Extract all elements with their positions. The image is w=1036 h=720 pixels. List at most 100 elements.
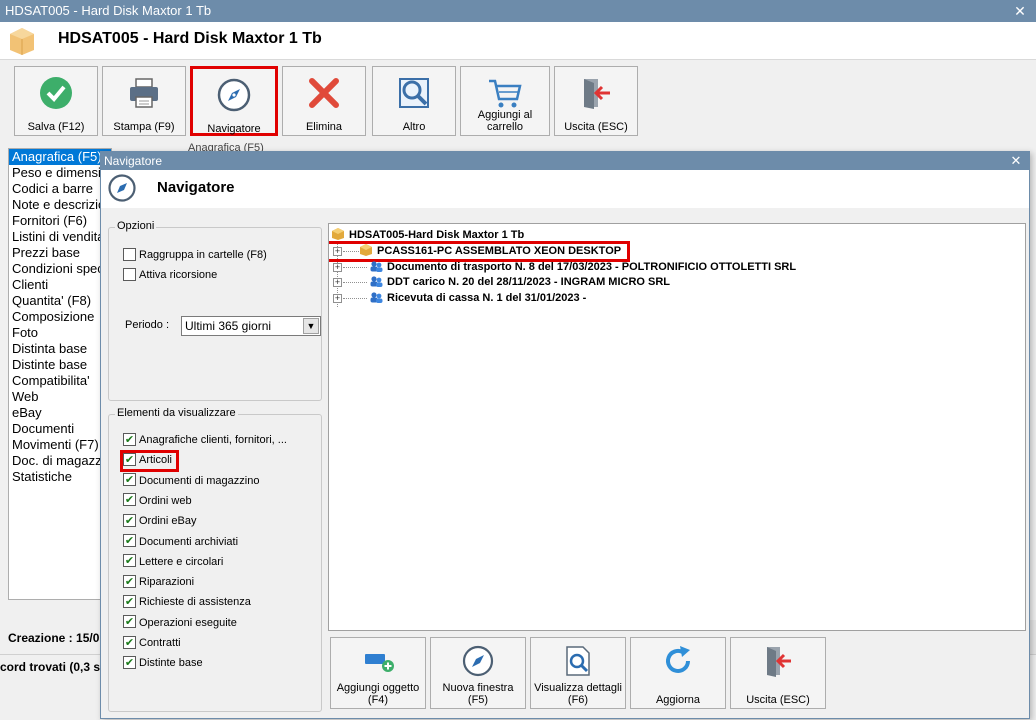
list-item[interactable]: Quantita' (F8) (9, 293, 111, 309)
tree-connector (343, 266, 367, 268)
checkbox-box: ✔ (123, 513, 136, 527)
new-window-label-line2: (F5) (467, 694, 489, 706)
element-checkbox-label: Contratti (139, 637, 181, 649)
list-item[interactable]: Compatibilita' (9, 373, 111, 389)
check-icon (40, 77, 72, 109)
element-checkbox[interactable]: ✔ Articoli (119, 450, 180, 473)
list-item[interactable]: Peso e dimensioni (9, 165, 111, 181)
box-icon (360, 244, 372, 257)
box-icon (10, 28, 34, 55)
element-checkbox[interactable]: ✔ Documenti di magazzino (123, 473, 259, 490)
navigator-button-bar: Aggiungi oggetto (F4) Nuova finestra (F5… (328, 637, 1026, 715)
element-checkbox-label: Distinte base (139, 657, 203, 670)
elements-group: Elementi da visualizzare ✔ Anagrafiche cl… (108, 407, 322, 712)
element-checkbox[interactable]: ✔ Lettere e circolari (123, 554, 223, 571)
save-button[interactable]: Salva (F12) (14, 66, 98, 136)
tree-node[interactable]: DDT carico N. 20 del 28/11/2023 - INGRAM… (369, 275, 670, 290)
list-item[interactable]: Composizione (9, 309, 111, 325)
delete-x-icon (309, 78, 339, 108)
list-item[interactable]: eBay (9, 405, 111, 421)
ricorsione-checkbox[interactable]: Attiva ricorsione (123, 267, 218, 284)
list-item[interactable]: Web (9, 389, 111, 405)
exit-button[interactable]: Uscita (ESC) (554, 66, 638, 136)
checkbox-box: ✔ (123, 594, 136, 608)
checkbox-box: ✔ (123, 655, 136, 669)
checkbox-box: ✔ (123, 452, 136, 466)
view-details-label-line1: Visualizza dettagli (534, 682, 622, 694)
window-close-button[interactable]: ✕ (1012, 0, 1028, 22)
navigator-button[interactable]: Navigatore (190, 66, 278, 136)
element-checkbox[interactable]: ✔ Documenti archiviati (123, 534, 238, 551)
add-object-label-line1: Aggiungi oggetto (336, 682, 420, 694)
box-icon (332, 228, 344, 241)
exit-icon (767, 647, 791, 677)
element-checkbox[interactable]: ✔ Contratti (123, 635, 181, 652)
list-item[interactable]: Prezzi base (9, 245, 111, 261)
list-item[interactable]: Distinta base (9, 341, 111, 357)
list-item[interactable]: Listini di vendita (9, 229, 111, 245)
tree-node[interactable]: Ricevuta di cassa N. 1 del 31/01/2023 - (369, 291, 586, 306)
print-button[interactable]: Stampa (F9) (102, 66, 186, 136)
tree-expander[interactable]: + (333, 262, 342, 272)
other-button[interactable]: Altro (372, 66, 456, 136)
navigator-close-button[interactable]: ✕ (1009, 152, 1023, 170)
refresh-button[interactable]: Aggiorna (630, 637, 726, 709)
main-toolbar: Salva (F12) Stampa (F9) Navigatore Elimi… (0, 60, 1036, 144)
list-item[interactable]: Statistiche (9, 469, 111, 485)
list-item[interactable]: Fornitori (F6) (9, 213, 111, 229)
tree-node[interactable]: PCASS161-PC ASSEMBLATO XEON DESKTOP (329, 241, 631, 262)
cart-icon (489, 79, 522, 108)
add-to-cart-button[interactable]: Aggiungi al carrello (460, 66, 550, 136)
main-titlebar: HDSAT005 - Hard Disk Maxtor 1 Tb ✕ (0, 0, 1036, 22)
element-checkbox-label: Articoli (139, 454, 173, 467)
compass-icon (217, 78, 251, 112)
navigator-exit-button[interactable]: Uscita (ESC) (730, 637, 826, 709)
element-checkbox-label: Richieste di assistenza (139, 596, 251, 609)
navigator-button-label: Navigatore (207, 123, 261, 135)
element-checkbox[interactable]: ✔ Ordini eBay (123, 513, 196, 530)
element-checkbox[interactable]: ✔ Distinte base (123, 655, 203, 672)
element-checkbox[interactable]: ✔ Operazioni eseguite (123, 615, 237, 632)
tree-root-node[interactable]: HDSAT005-Hard Disk Maxtor 1 Tb (331, 228, 524, 243)
ricorsione-label: Attiva ricorsione (139, 269, 218, 281)
add-to-cart-label-line1: Aggiungi al (477, 109, 533, 121)
list-item[interactable]: Foto (9, 325, 111, 341)
delete-button[interactable]: Elimina (282, 66, 366, 136)
navigator-titlebar: Navigatore ✕ (101, 152, 1029, 170)
list-item[interactable]: Clienti (9, 277, 111, 293)
view-details-button[interactable]: Visualizza dettagli (F6) (530, 637, 626, 709)
checkbox-box: ✔ (123, 493, 136, 507)
list-item[interactable]: Codici a barre (9, 181, 111, 197)
checkbox-box: ✔ (123, 534, 136, 548)
new-window-label: Nuova finestra (F5) (431, 682, 525, 706)
raggruppa-checkbox[interactable]: Raggruppa in cartelle (F8) (123, 247, 267, 264)
list-item[interactable]: Doc. di magazzino (9, 453, 111, 469)
tree-node-label: PCASS161-PC ASSEMBLATO XEON DESKTOP (377, 245, 622, 257)
list-item[interactable]: Documenti (9, 421, 111, 437)
periodo-select[interactable]: Ultimi 365 giorni ▼ (181, 316, 321, 336)
element-checkbox[interactable]: ✔ Ordini web (123, 493, 192, 510)
chevron-down-icon: ▼ (303, 318, 319, 334)
periodo-label: Periodo : (125, 319, 170, 331)
list-item[interactable]: Distinte base (9, 357, 111, 373)
add-object-button[interactable]: Aggiungi oggetto (F4) (330, 637, 426, 709)
element-checkbox-label: Ordini web (139, 494, 192, 507)
element-checkbox[interactable]: ✔ Richieste di assistenza (123, 594, 251, 611)
list-item[interactable]: Note e descrizioni (9, 197, 111, 213)
print-button-label: Stampa (F9) (113, 121, 175, 133)
tree-expander[interactable]: + (333, 278, 342, 287)
list-item[interactable]: Condizioni speciali (9, 261, 111, 277)
tree-expander[interactable]: + (333, 293, 342, 303)
tree-node[interactable]: Documento di trasporto N. 8 del 17/03/20… (369, 260, 796, 275)
element-checkbox[interactable]: ✔ Anagrafiche clienti, fornitori, ... (123, 432, 287, 449)
exit-icon (584, 79, 610, 109)
tree-connector (343, 297, 367, 299)
navigator-window-title: Navigatore (104, 154, 163, 168)
document-search-icon (566, 646, 590, 676)
element-checkbox[interactable]: ✔ Riparazioni (123, 574, 194, 591)
list-item[interactable]: Anagrafica (F5) (9, 149, 111, 165)
compass-icon (462, 645, 494, 677)
checkbox-box (123, 267, 136, 281)
list-item[interactable]: Movimenti (F7) (9, 437, 111, 453)
new-window-button[interactable]: Nuova finestra (F5) (430, 637, 526, 709)
